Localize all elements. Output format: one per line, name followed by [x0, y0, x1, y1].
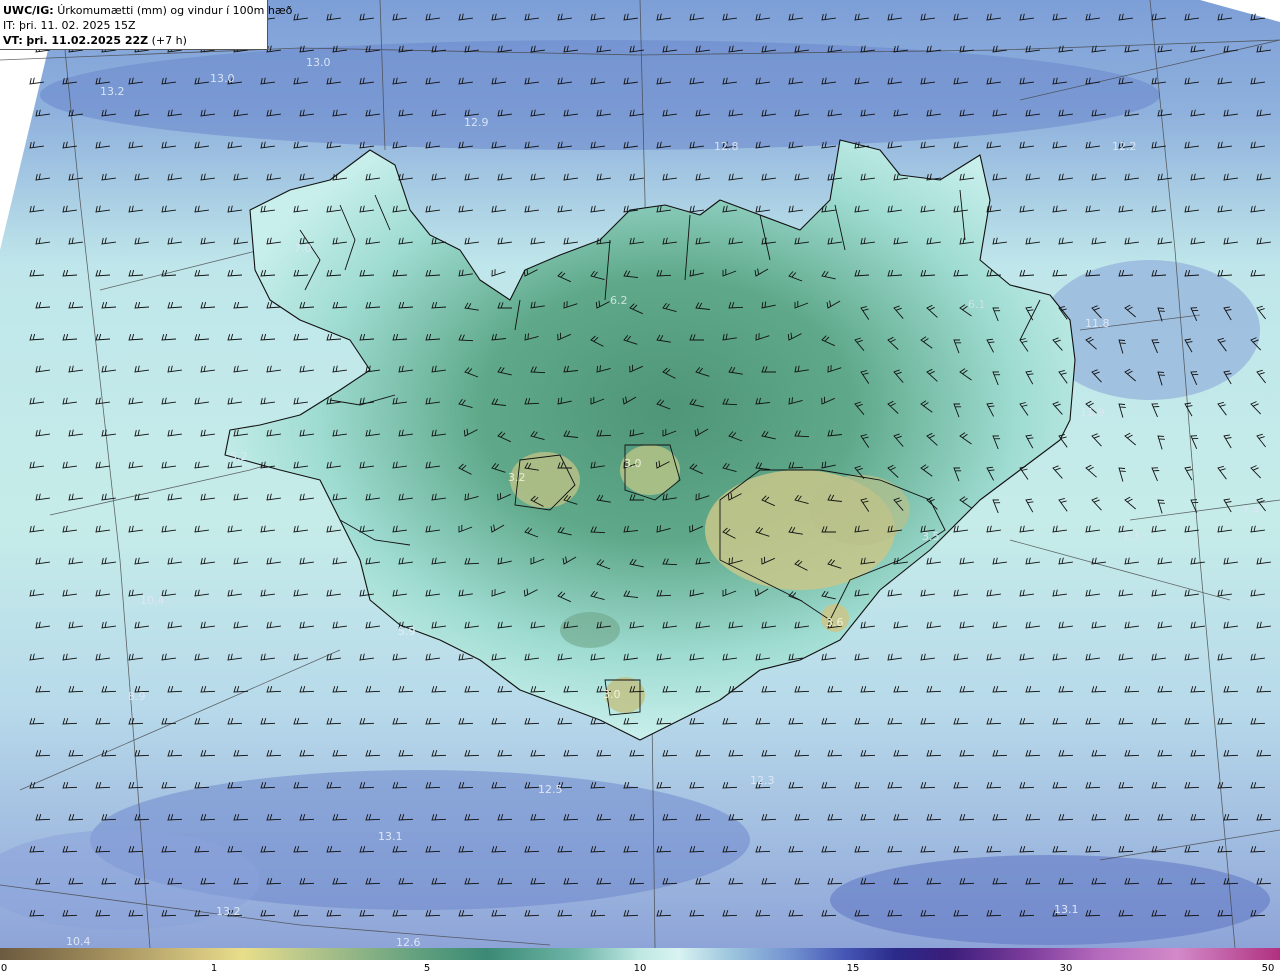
value-label: 13.0: [210, 72, 235, 85]
colorbar-tick: 1: [210, 963, 218, 974]
colorbar-tick: 30: [1059, 963, 1073, 974]
value-label: 12.8: [714, 140, 739, 153]
initial-time-row: IT: þri. 11. 02. 2025 15Z: [3, 18, 267, 33]
value-label: 7.0: [294, 242, 312, 255]
value-label: 6.2: [610, 294, 628, 307]
value-label: 13.1: [378, 830, 403, 843]
value-label: 13.1: [1054, 903, 1079, 916]
colorbar-ticks: 0 1 5 10 15 30 50: [0, 960, 1280, 978]
map-title: Úrkomumætti (mm) og vindur í 100m hæð: [57, 4, 293, 17]
value-label: 12.2: [1112, 140, 1137, 153]
colorbar-tick: 15: [846, 963, 860, 974]
colorbar-tick: 5: [423, 963, 431, 974]
colorbar-tick: 10: [633, 963, 647, 974]
model-name: UWC/IG:: [3, 4, 54, 17]
value-label: 5.2: [230, 450, 248, 463]
colorbar-tick: 50: [1261, 963, 1275, 974]
value-label: 13.2: [216, 905, 241, 918]
value-label: 11.9: [1080, 406, 1105, 419]
value-label: 5.9: [398, 625, 416, 638]
initial-time-prefix: IT:: [3, 19, 16, 32]
value-label: 12.9: [464, 116, 489, 129]
valid-time-row: VT: þri. 11.02.2025 22Z (+7 h): [3, 33, 267, 48]
value-label: 11.8: [1085, 317, 1110, 330]
moist-band-se: [830, 855, 1270, 945]
value-label: 3.0: [603, 688, 621, 701]
precipitable-water-map[interactable]: 13.0 13.2 13.0 12.9 12.8 12.2 6.2 6.1 11…: [0, 0, 1280, 948]
moist-band-north: [40, 40, 1160, 150]
value-label: 6.1: [968, 298, 986, 311]
valid-time-prefix: VT:: [3, 34, 23, 47]
value-label: 12.5: [538, 783, 563, 796]
valid-time: þri. 11.02.2025 22Z: [26, 34, 149, 47]
colorbar-tick: 0: [0, 963, 8, 974]
value-label: 3.2: [508, 471, 526, 484]
value-label: 3.5: [922, 530, 940, 543]
value-label: 13.2: [100, 85, 125, 98]
title-row: UWC/IG: Úrkomumætti (mm) og vindur í 100…: [3, 3, 292, 18]
value-label: 10.4: [66, 935, 91, 948]
value-label: 3.6: [826, 616, 844, 629]
map-info-box: UWC/IG: Úrkomumætti (mm) og vindur í 100…: [0, 0, 292, 50]
lead-time: (+7 h): [151, 34, 187, 47]
value-label: 7.4: [1242, 504, 1260, 517]
initial-time: þri. 11. 02. 2025 15Z: [18, 19, 136, 32]
value-label: 3.0: [624, 457, 642, 470]
value-label: 12.6: [396, 936, 421, 948]
value-label: 7.3: [1122, 530, 1140, 543]
value-label: 13.0: [306, 56, 331, 69]
value-label: 12.3: [750, 774, 775, 787]
value-label: 10.4: [140, 594, 165, 607]
value-label: 8.9: [128, 690, 146, 703]
colorbar: [0, 948, 1280, 960]
